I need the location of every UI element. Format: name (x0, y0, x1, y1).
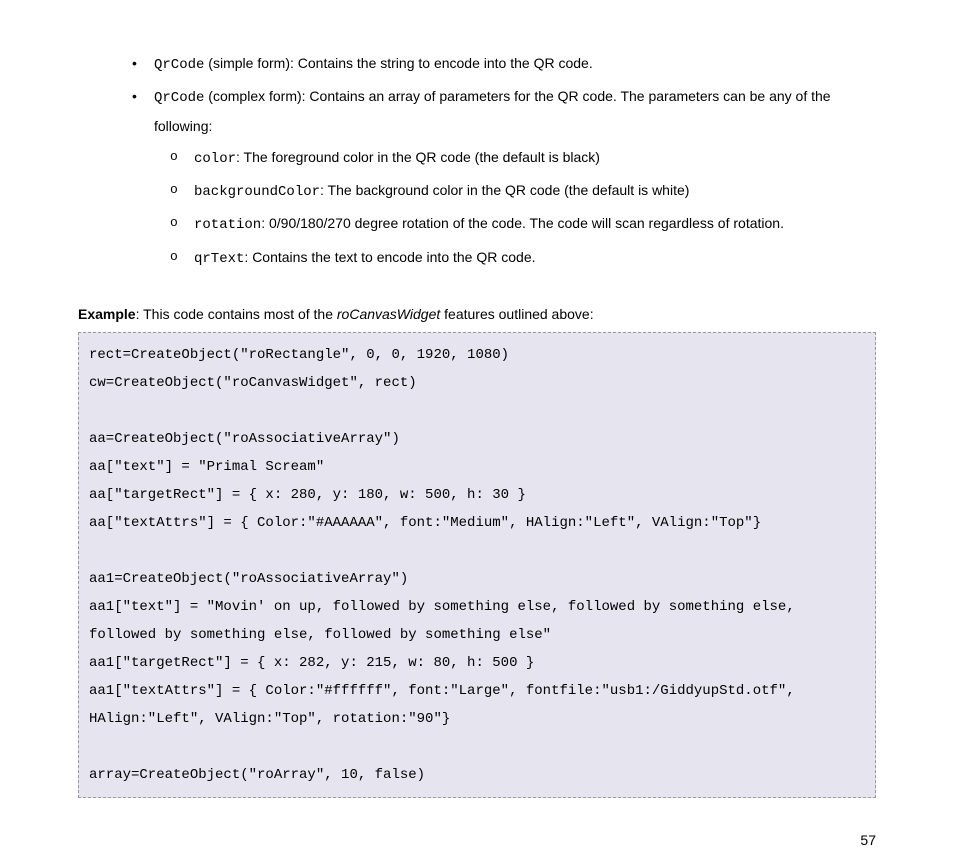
code-token: backgroundColor (194, 184, 320, 200)
sub-bullet-item: color: The foreground color in the QR co… (166, 144, 876, 173)
example-middle: : This code contains most of the (136, 306, 337, 322)
sub-bullet-item: rotation: 0/90/180/270 degree rotation o… (166, 210, 876, 239)
sub-bullet-text: : 0/90/180/270 degree rotation of the co… (261, 215, 784, 231)
bullet-list: QrCode (simple form): Contains the strin… (126, 50, 876, 140)
example-caption: Example: This code contains most of the … (78, 301, 876, 328)
sub-bullet-list: color: The foreground color in the QR co… (166, 144, 876, 273)
code-token: color (194, 151, 236, 167)
code-token: QrCode (154, 57, 204, 73)
bullet-text: (simple form): Contains the string to en… (204, 55, 592, 71)
sub-bullet-item: qrText: Contains the text to encode into… (166, 244, 876, 273)
example-bold: Example (78, 306, 136, 322)
code-block: rect=CreateObject("roRectangle", 0, 0, 1… (78, 332, 876, 798)
page-number: 57 (0, 818, 954, 862)
example-italic: roCanvasWidget (337, 306, 440, 322)
sub-bullet-text: : The foreground color in the QR code (t… (236, 149, 600, 165)
code-token: QrCode (154, 90, 204, 106)
bullet-text: (complex form): Contains an array of par… (154, 88, 831, 133)
bullet-item: QrCode (complex form): Contains an array… (126, 83, 876, 140)
page-content: QrCode (simple form): Contains the strin… (0, 0, 954, 818)
sub-bullet-item: backgroundColor: The background color in… (166, 177, 876, 206)
example-tail: features outlined above: (440, 306, 593, 322)
bullet-item: QrCode (simple form): Contains the strin… (126, 50, 876, 79)
sub-bullet-text: : The background color in the QR code (t… (320, 182, 689, 198)
code-token: qrText (194, 251, 244, 267)
sub-bullet-text: : Contains the text to encode into the Q… (244, 249, 535, 265)
code-token: rotation (194, 217, 261, 233)
